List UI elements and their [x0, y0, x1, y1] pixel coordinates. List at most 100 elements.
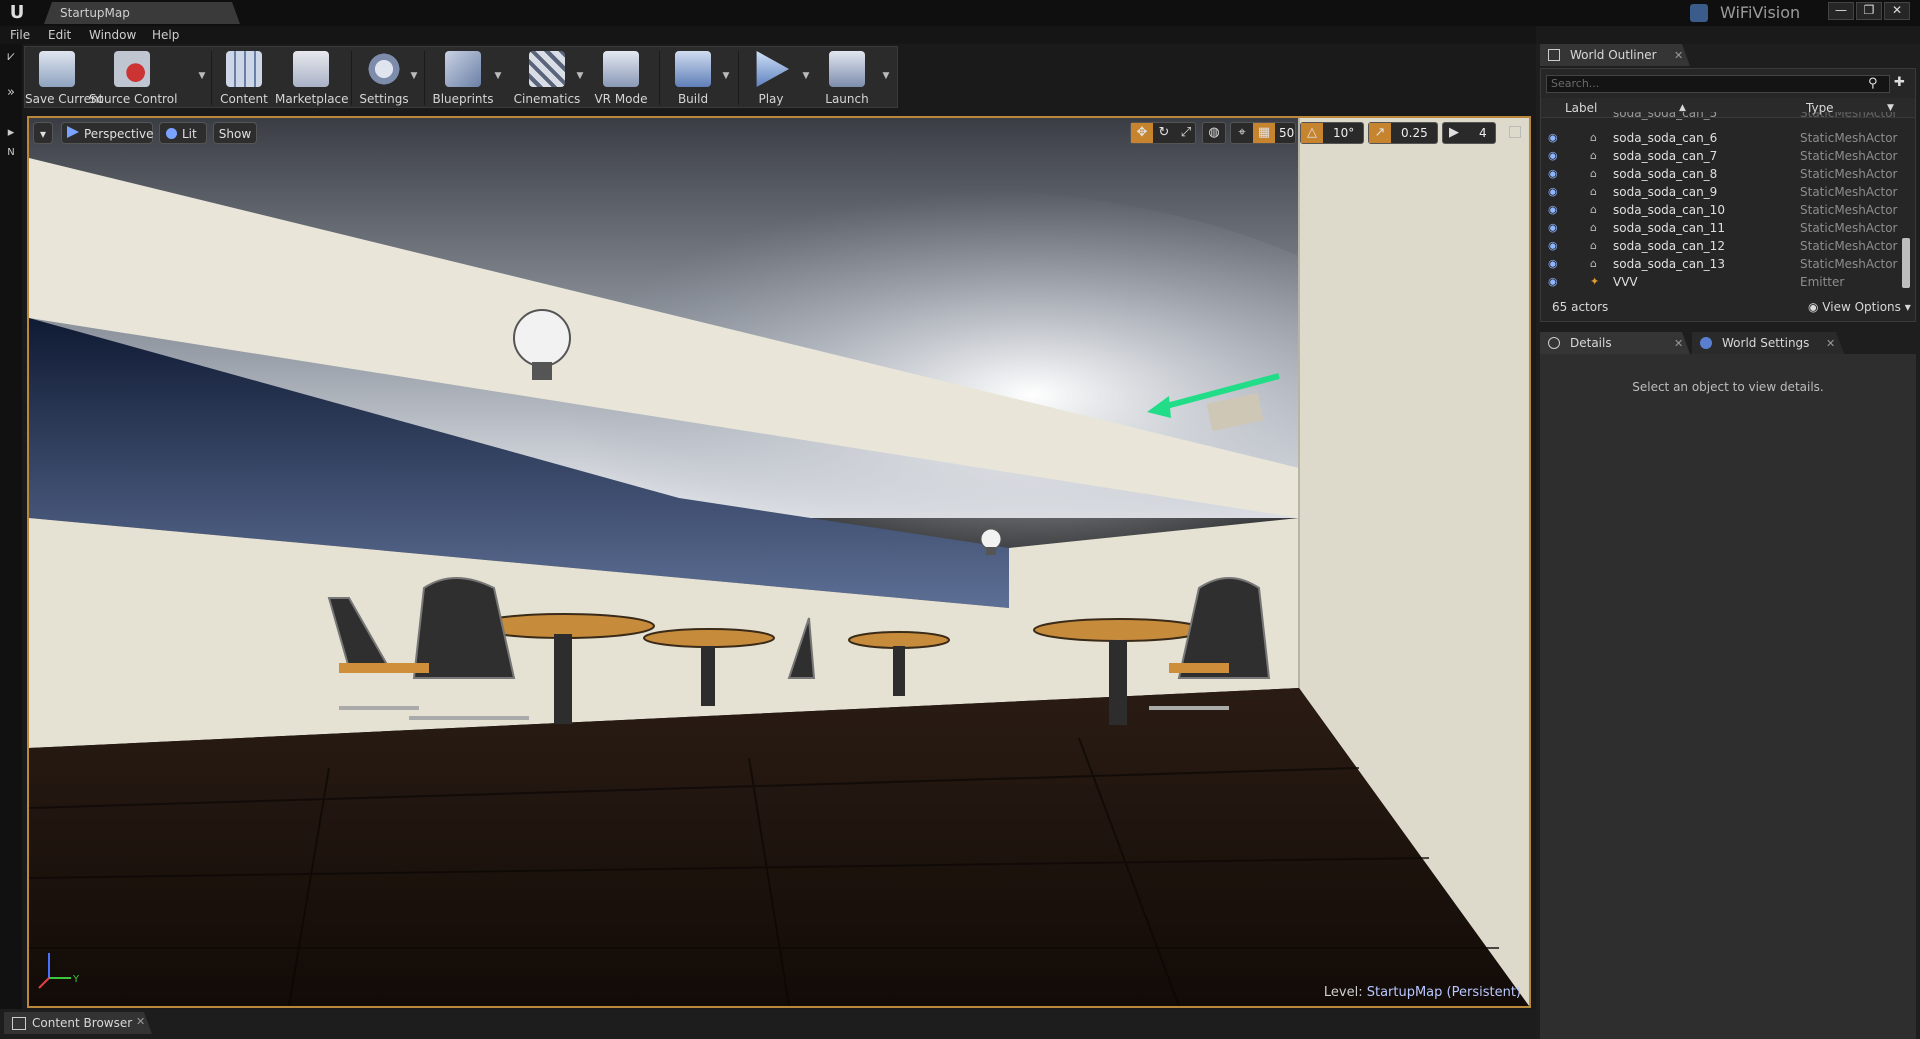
- visibility-eye-icon[interactable]: ◉: [1548, 255, 1558, 273]
- outliner-row[interactable]: ◉ ⌂ soda_soda_can_10 StaticMeshActor: [1541, 201, 1903, 219]
- visibility-eye-icon[interactable]: ◉: [1548, 219, 1558, 237]
- grid-snap-value[interactable]: 50: [1279, 123, 1294, 143]
- maximize-viewport-icon[interactable]: [1509, 126, 1521, 138]
- outliner-row[interactable]: ◉ ⌂ soda_soda_can_13 StaticMeshActor: [1541, 255, 1903, 273]
- cinematics-dropdown[interactable]: ▼: [575, 71, 585, 81]
- map-tab[interactable]: StartupMap: [44, 2, 240, 24]
- rotation-snap-icon[interactable]: △: [1301, 123, 1323, 143]
- show-button[interactable]: Show: [213, 122, 257, 144]
- actor-type: StaticMeshActor: [1800, 112, 1898, 120]
- menu-help[interactable]: Help: [152, 26, 179, 44]
- content-browser-tab[interactable]: Content Browser: [4, 1012, 152, 1034]
- camera-speed-group: ▶ 4: [1442, 122, 1496, 144]
- outliner-row[interactable]: ◉ ⌂ soda_soda_can_12 StaticMeshActor: [1541, 237, 1903, 255]
- viewport-options-button[interactable]: ▾: [33, 122, 53, 144]
- settings-dropdown[interactable]: ▼: [409, 71, 419, 81]
- actor-type: Emitter: [1800, 275, 1845, 289]
- visibility-eye-icon[interactable]: ◉: [1548, 165, 1558, 183]
- surface-snap-icon[interactable]: ⌖: [1231, 123, 1253, 143]
- outliner-scrollbar[interactable]: [1902, 238, 1910, 288]
- pin-strip-icon[interactable]: ▸: [3, 124, 19, 142]
- place-mode-icon[interactable]: ⩗: [3, 48, 19, 66]
- actor-label: soda_soda_can_12: [1613, 239, 1725, 253]
- expand-icon[interactable]: »: [3, 84, 19, 102]
- content-button[interactable]: Content: [213, 47, 275, 109]
- modes-strip: ⩗ » ▸ N: [0, 44, 22, 1009]
- outliner-row[interactable]: ◉ ⌂ soda_soda_can_7 StaticMeshActor: [1541, 147, 1903, 165]
- world-settings-globe-icon: [1700, 337, 1712, 349]
- source-control-button[interactable]: Source Control: [89, 47, 177, 109]
- visibility-eye-icon[interactable]: ◉: [1548, 183, 1558, 201]
- marketplace-label: Marketplace: [275, 92, 349, 106]
- translate-icon[interactable]: ✥: [1131, 123, 1153, 143]
- cinematics-icon: [529, 51, 565, 87]
- perspective-label: Perspective: [84, 127, 154, 141]
- chevron-down-icon: ▾: [1900, 300, 1911, 314]
- build-dropdown[interactable]: ▼: [721, 71, 731, 81]
- build-button[interactable]: Build: [663, 47, 723, 109]
- visibility-eye-icon[interactable]: ◉: [1548, 201, 1558, 219]
- outliner-row[interactable]: soda_soda_can_5 StaticMeshActor: [1541, 112, 1903, 122]
- search-icon[interactable]: ⚲: [1868, 76, 1878, 91]
- visibility-eye-icon[interactable]: ◉: [1548, 147, 1558, 165]
- scene-render[interactable]: Y: [29, 118, 1529, 1006]
- actor-label: soda_soda_can_11: [1613, 221, 1725, 235]
- launch-dropdown[interactable]: ▼: [881, 71, 891, 81]
- outliner-row[interactable]: ◉ ⌂ soda_soda_can_6 StaticMeshActor: [1541, 129, 1903, 147]
- close-details-icon[interactable]: ✕: [1674, 337, 1683, 350]
- rotation-snap-group: △ 10°: [1300, 122, 1364, 144]
- play-icon: [756, 51, 789, 87]
- world-outliner-tab[interactable]: World Outliner: [1540, 44, 1690, 66]
- toolbar-divider: [211, 51, 212, 105]
- blueprints-button[interactable]: Blueprints: [427, 47, 499, 109]
- camera-speed-value[interactable]: 4: [1479, 123, 1487, 143]
- actor-label: soda_soda_can_8: [1613, 167, 1718, 181]
- svg-text:Y: Y: [72, 974, 80, 985]
- close-outliner-icon[interactable]: ✕: [1674, 49, 1683, 62]
- view-options-button[interactable]: ◉ View Options ▾: [1808, 300, 1911, 314]
- vr-mode-button[interactable]: VR Mode: [589, 47, 653, 109]
- grid-snap-icon[interactable]: ▦: [1253, 123, 1275, 143]
- cinematics-label: Cinematics: [513, 92, 581, 106]
- static-mesh-icon: ⌂: [1590, 239, 1597, 252]
- level-viewport[interactable]: Y ▾ Perspective Lit Show ✥ ↻ ⤢ ◍ ⌖ ▦ 50 …: [27, 116, 1531, 1008]
- menu-edit[interactable]: Edit: [48, 26, 71, 44]
- minimize-button[interactable]: —: [1828, 2, 1854, 20]
- unreal-logo-icon[interactable]: U: [6, 2, 28, 24]
- play-dropdown[interactable]: ▼: [801, 71, 811, 81]
- details-tab[interactable]: Details: [1540, 332, 1690, 354]
- close-window-button[interactable]: ✕: [1884, 2, 1910, 20]
- visibility-eye-icon[interactable]: ◉: [1548, 273, 1558, 291]
- outliner-search-input[interactable]: Search...: [1546, 75, 1890, 93]
- menu-window[interactable]: Window: [89, 26, 136, 44]
- menu-file[interactable]: File: [10, 26, 30, 44]
- toolbar-divider: [424, 51, 425, 105]
- visibility-eye-icon[interactable]: ◉: [1548, 237, 1558, 255]
- outliner-row[interactable]: ◉ ⌂ soda_soda_can_11 StaticMeshActor: [1541, 219, 1903, 237]
- source-control-dropdown[interactable]: ▼: [197, 71, 207, 81]
- rotation-snap-value[interactable]: 10°: [1333, 123, 1354, 143]
- blueprints-dropdown[interactable]: ▼: [493, 71, 503, 81]
- add-actor-icon[interactable]: ✚: [1894, 75, 1905, 90]
- play-button[interactable]: Play: [743, 47, 799, 109]
- close-world-settings-icon[interactable]: ✕: [1826, 337, 1835, 350]
- close-content-browser-icon[interactable]: ✕: [136, 1015, 145, 1028]
- scale-snap-icon[interactable]: ↗: [1369, 123, 1391, 143]
- camera-speed-icon[interactable]: ▶: [1443, 123, 1465, 143]
- rotate-icon[interactable]: ↻: [1153, 123, 1175, 143]
- save-current-button[interactable]: Save Current: [25, 47, 103, 109]
- outliner-row[interactable]: ◉ ✦ VVV Emitter: [1541, 273, 1903, 291]
- world-coordinates-icon[interactable]: ◍: [1203, 123, 1225, 143]
- scale-snap-value[interactable]: 0.25: [1401, 123, 1428, 143]
- marketplace-button[interactable]: Marketplace: [275, 47, 349, 109]
- scale-icon[interactable]: ⤢: [1175, 123, 1197, 143]
- world-settings-tab[interactable]: World Settings: [1692, 332, 1844, 354]
- outliner-row[interactable]: ◉ ⌂ soda_soda_can_8 StaticMeshActor: [1541, 165, 1903, 183]
- outliner-row[interactable]: ◉ ⌂ soda_soda_can_9 StaticMeshActor: [1541, 183, 1903, 201]
- visibility-eye-icon[interactable]: ◉: [1548, 129, 1558, 147]
- settings-button[interactable]: Settings: [353, 47, 415, 109]
- actor-type: StaticMeshActor: [1800, 203, 1898, 217]
- actor-count: 65 actors: [1552, 300, 1609, 314]
- maximize-button[interactable]: ❐: [1856, 2, 1882, 20]
- launch-button[interactable]: Launch: [815, 47, 879, 109]
